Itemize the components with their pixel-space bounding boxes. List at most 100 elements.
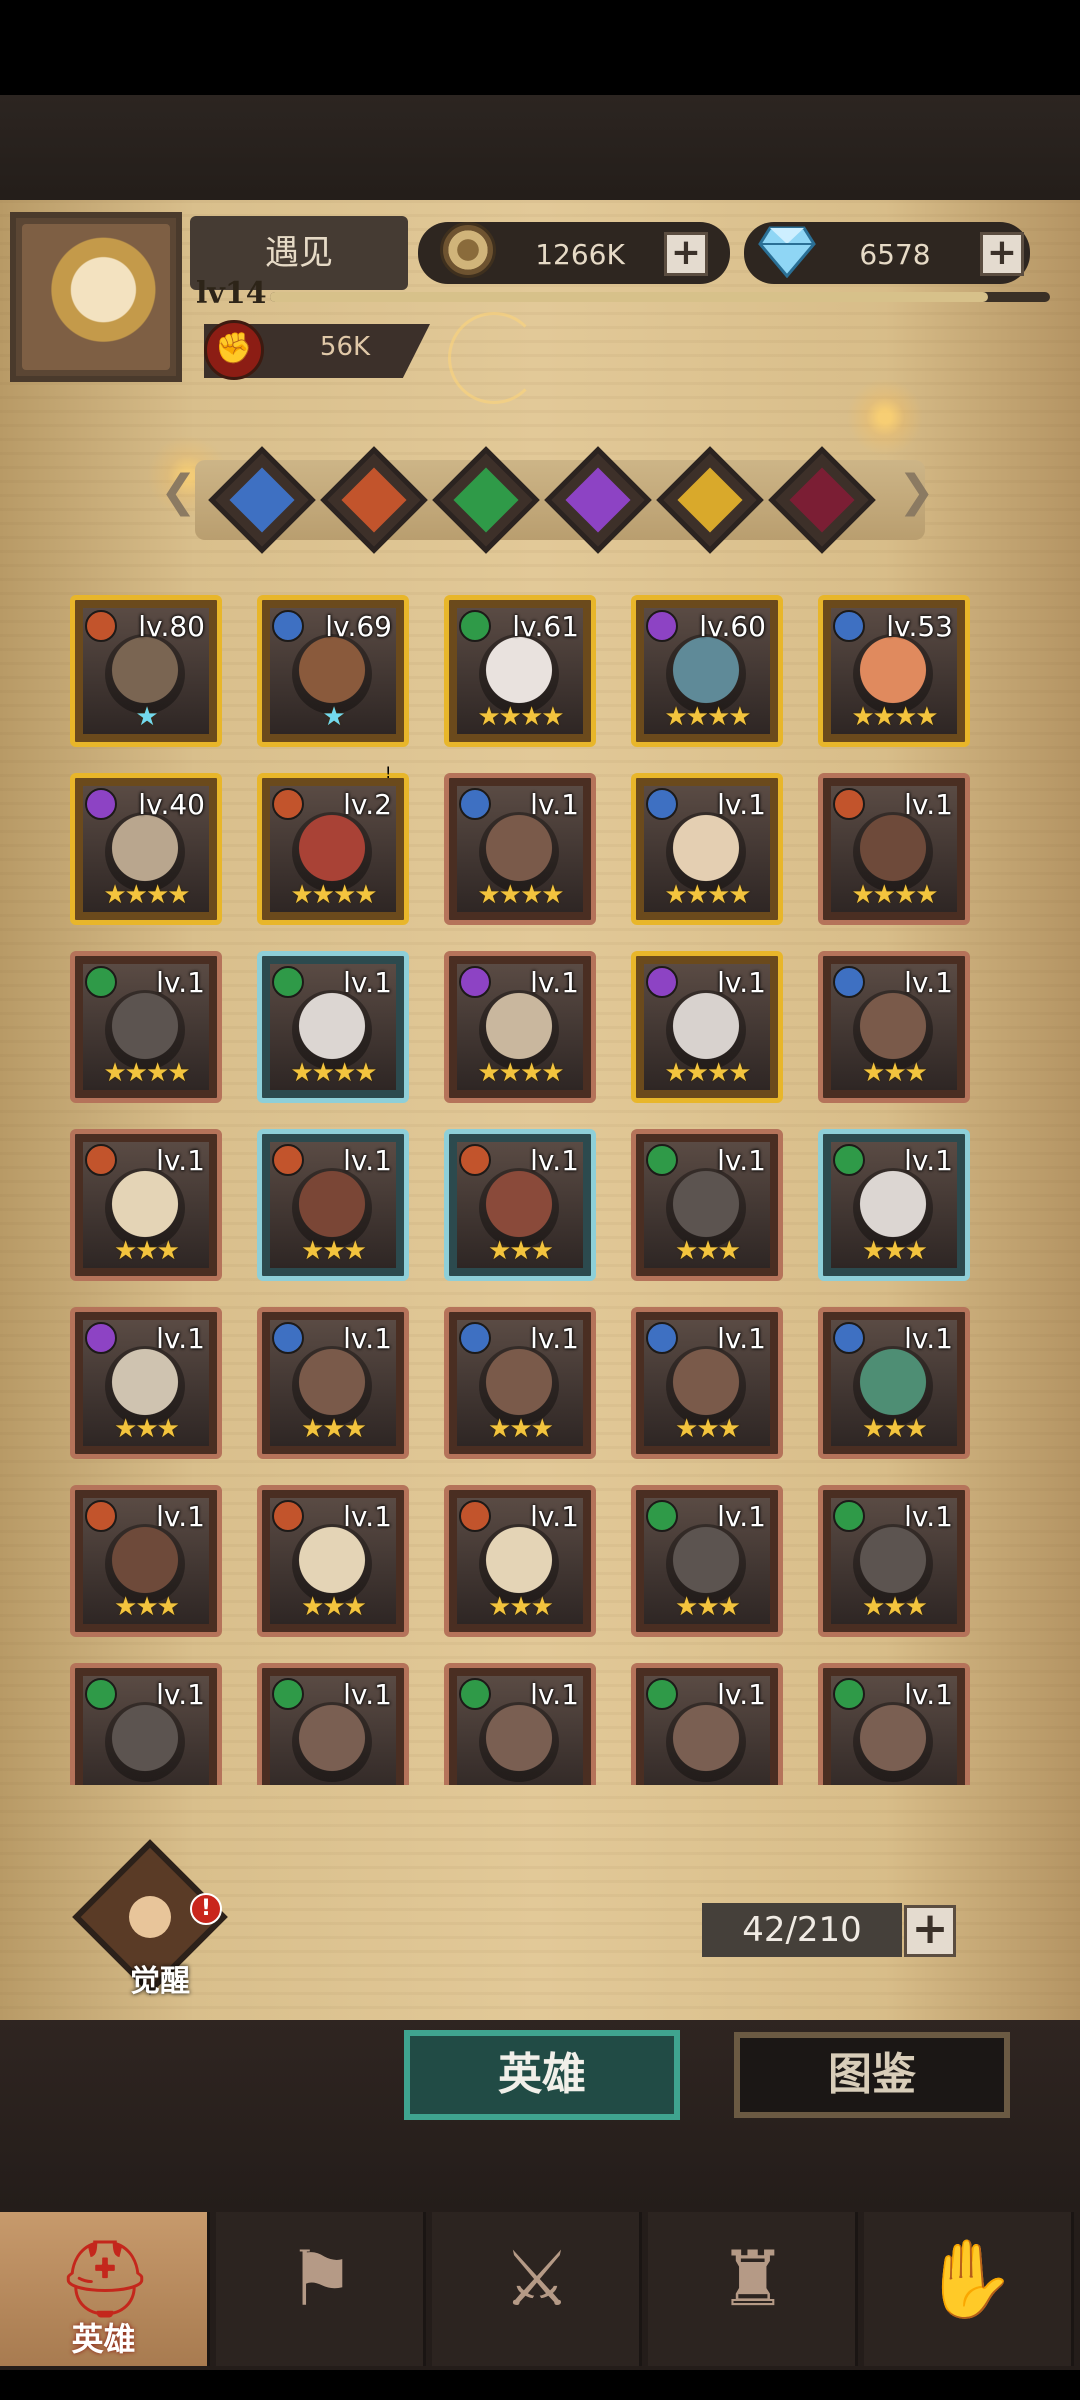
add-gold-button[interactable]: + — [664, 232, 708, 276]
hero-face — [666, 1702, 746, 1782]
hero-class-icon — [646, 1144, 678, 1176]
hero-card[interactable]: lv.1 ★★★★ — [818, 773, 970, 925]
hero-card[interactable]: lv.40 ★★★★ — [70, 773, 222, 925]
nav-heroes-label: 英雄 — [71, 2320, 136, 2358]
hero-stars: ★ — [322, 702, 345, 732]
nav-guild[interactable]: ✋ — [864, 2212, 1074, 2366]
hero-level: lv.1 — [717, 1322, 766, 1355]
hero-class-icon — [272, 1500, 304, 1532]
hero-level: lv.53 — [886, 610, 953, 643]
hero-card[interactable]: lv.1 ★★★ — [818, 1307, 970, 1459]
power-value: 56K — [319, 332, 371, 362]
hero-card[interactable]: lv.1 ★★★ — [631, 1129, 783, 1281]
hero-card[interactable]: lv.1 ★★★ — [257, 1485, 409, 1637]
hero-stars: ★★★ — [862, 1236, 928, 1266]
hero-stars: ★★★ — [114, 1236, 180, 1266]
hero-level: lv.1 — [156, 1322, 205, 1355]
hero-card[interactable]: lv.61 ★★★★ — [444, 595, 596, 747]
hero-card[interactable]: lv.1 — [631, 1663, 783, 1785]
player-level: lv14 — [196, 276, 267, 311]
hero-level: lv.1 — [343, 1500, 392, 1533]
hero-card[interactable]: lv.1 — [257, 1663, 409, 1785]
hero-stars: ★★★★ — [290, 880, 377, 910]
hero-card[interactable]: lv.1 ★★★ — [818, 1485, 970, 1637]
hero-class-icon — [85, 610, 117, 642]
nav-adventure[interactable]: ⚑ — [216, 2212, 426, 2366]
hero-card[interactable]: lv.1 ★★★★ — [70, 951, 222, 1103]
hero-card[interactable]: lv.2 ★★★★ — [257, 773, 409, 925]
tab-heroes-label: 英雄 — [498, 2049, 586, 2100]
hero-level: lv.1 — [156, 1144, 205, 1177]
hero-card[interactable]: lv.53 ★★★★ — [818, 595, 970, 747]
hero-card[interactable]: lv.1 ★★★★ — [444, 773, 596, 925]
hero-level: lv.1 — [904, 788, 953, 821]
nav-battle[interactable]: ⚔ — [432, 2212, 642, 2366]
hero-face — [105, 1702, 185, 1782]
hero-stars: ★★★ — [114, 1414, 180, 1444]
heroes-icon: ⛑ — [56, 2234, 154, 2323]
hero-card[interactable]: lv.1 ★★★ — [257, 1307, 409, 1459]
hero-class-icon — [459, 610, 491, 642]
hero-card[interactable]: lv.80 ★ — [70, 595, 222, 747]
hero-alert-badge: ! — [385, 763, 392, 782]
add-gems-button[interactable]: + — [980, 232, 1024, 276]
hero-stars: ★★★★ — [477, 1058, 564, 1088]
hero-class-icon — [459, 966, 491, 998]
status-bar-area — [0, 0, 1080, 95]
hero-card[interactable]: lv.1 ★★★★ — [631, 951, 783, 1103]
hero-card[interactable]: lv.1 ★★★ — [70, 1485, 222, 1637]
hero-card[interactable]: lv.1 ★★★ — [70, 1129, 222, 1281]
hero-card[interactable]: lv.69 ★ — [257, 595, 409, 747]
tab-guide[interactable]: 图鉴 — [734, 2032, 1010, 2118]
hero-class-icon — [459, 788, 491, 820]
hero-card[interactable]: lv.1 ★★★ — [70, 1307, 222, 1459]
hero-class-icon — [833, 610, 865, 642]
hero-card[interactable]: lv.1 ★★★ — [444, 1307, 596, 1459]
hero-stars: ★★★★ — [664, 702, 751, 732]
hero-level: lv.1 — [156, 1500, 205, 1533]
hero-level: lv.1 — [530, 788, 579, 821]
nav-heroes[interactable]: ⛑ 英雄 — [0, 2212, 210, 2366]
diamond-icon — [758, 226, 816, 278]
avatar[interactable] — [22, 224, 170, 370]
sparkle-decoration — [448, 312, 540, 404]
hero-card[interactable]: lv.1 ★★★ — [257, 1129, 409, 1281]
hero-card[interactable]: lv.1 ★★★ — [631, 1307, 783, 1459]
hero-level: lv.1 — [343, 966, 392, 999]
hero-stars: ★★★ — [675, 1592, 741, 1622]
hero-card[interactable]: lv.60 ★★★★ — [631, 595, 783, 747]
hero-stars: ★★★★ — [103, 880, 190, 910]
hero-stars: ★★★ — [301, 1592, 367, 1622]
hero-card[interactable]: lv.1 — [70, 1663, 222, 1785]
hero-card[interactable]: lv.1 ★★★ — [444, 1485, 596, 1637]
hero-class-icon — [646, 1678, 678, 1710]
hero-card[interactable]: lv.1 — [818, 1663, 970, 1785]
chevron-right-icon[interactable]: ❯ — [898, 466, 935, 517]
hero-card[interactable]: lv.1 ★★★★ — [257, 951, 409, 1103]
hero-card[interactable]: lv.1 ★★★★ — [631, 773, 783, 925]
hero-class-icon — [646, 1322, 678, 1354]
class-4-emblem-icon — [565, 467, 631, 533]
hero-class-icon — [833, 1144, 865, 1176]
tab-heroes[interactable]: 英雄 — [404, 2030, 680, 2120]
hero-stars: ★★★★ — [664, 1058, 751, 1088]
hero-card[interactable]: lv.1 ★★★ — [631, 1485, 783, 1637]
expand-capacity-button[interactable]: + — [904, 1905, 956, 1957]
hero-card[interactable]: lv.1 ★★★ — [818, 951, 970, 1103]
hero-card[interactable]: lv.1 ★★★ — [818, 1129, 970, 1281]
hero-class-icon — [646, 1500, 678, 1532]
awaken-label[interactable]: 觉醒 — [110, 1956, 210, 2000]
class-6-emblem-icon — [789, 467, 855, 533]
hero-stars: ★★★★ — [290, 1058, 377, 1088]
hero-card[interactable]: lv.1 — [444, 1663, 596, 1785]
chevron-left-icon[interactable]: ❮ — [160, 466, 197, 517]
hero-stars: ★★★ — [488, 1236, 554, 1266]
hero-card[interactable]: lv.1 ★★★★ — [444, 951, 596, 1103]
hero-card[interactable]: lv.1 ★★★ — [444, 1129, 596, 1281]
hero-level: lv.1 — [904, 1322, 953, 1355]
battle-icon: ⚔ — [502, 2234, 572, 2323]
hero-stars: ★★★ — [862, 1592, 928, 1622]
hero-class-icon — [833, 966, 865, 998]
nav-castle[interactable]: ♜ — [648, 2212, 858, 2366]
hero-class-icon — [833, 1500, 865, 1532]
